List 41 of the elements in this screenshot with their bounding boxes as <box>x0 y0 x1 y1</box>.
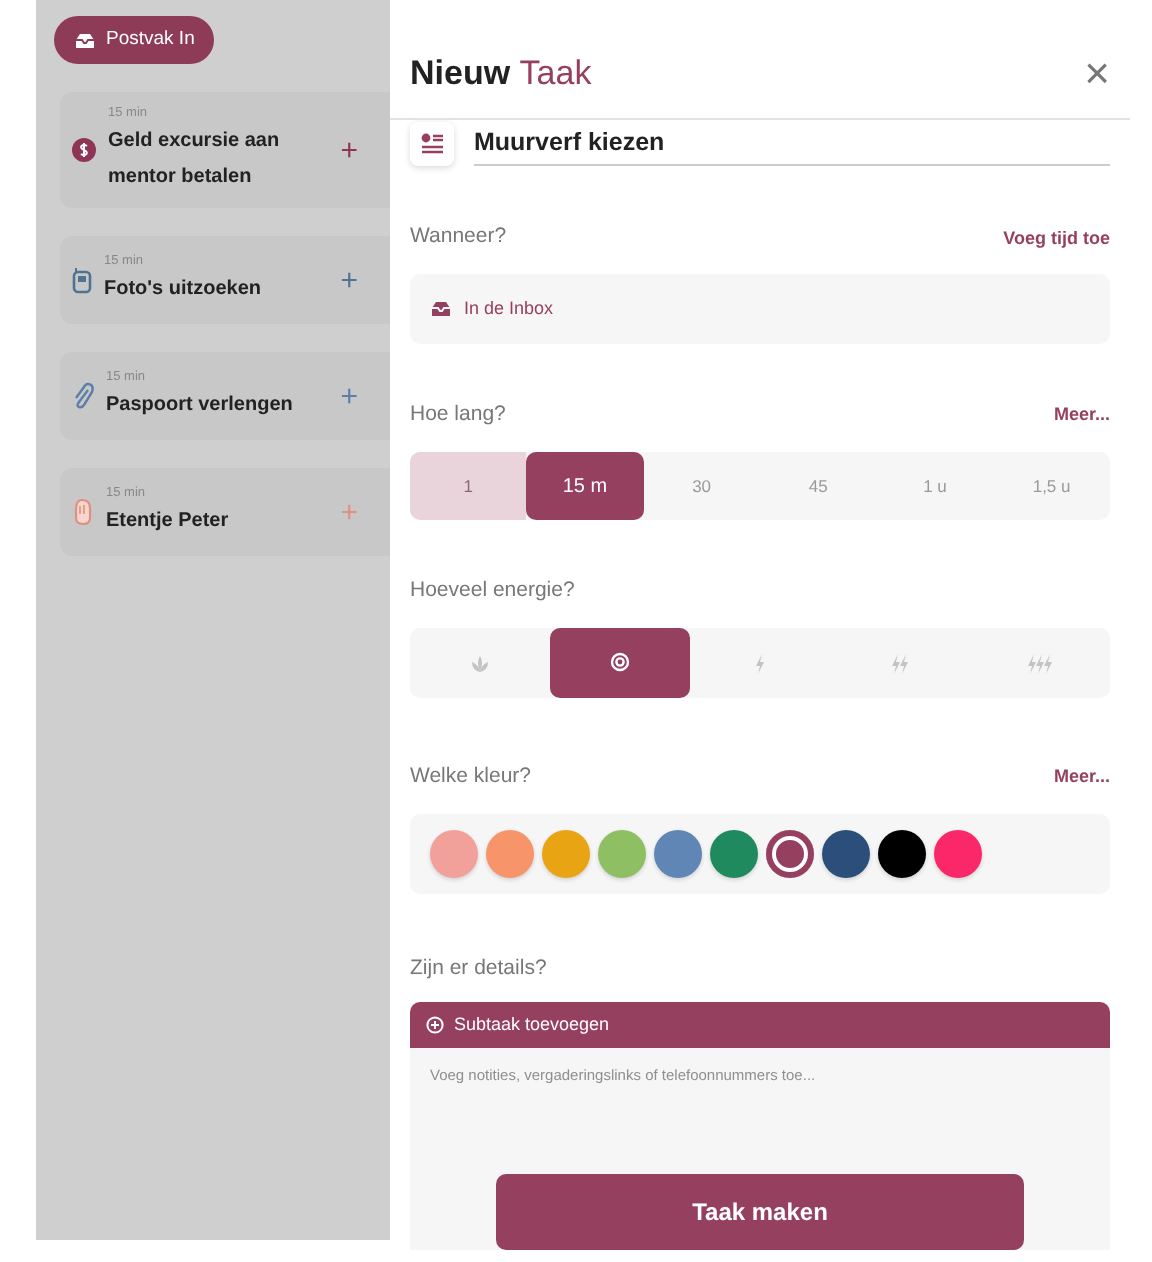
lightning-icon <box>889 653 911 674</box>
color-swatch[interactable] <box>766 829 814 878</box>
task-title: Paspoort verlengen <box>106 391 295 420</box>
add-icon[interactable]: + <box>340 135 358 166</box>
lightning-icon <box>753 653 767 674</box>
color-swatch[interactable] <box>598 829 646 878</box>
energy-option[interactable] <box>550 628 690 698</box>
inbox-button[interactable]: Postvak In <box>54 16 215 65</box>
inbox-tray-icon <box>430 300 452 319</box>
target-icon <box>610 652 630 673</box>
section-label: Hoe lang? <box>410 399 506 430</box>
section-label: Wanneer? <box>410 222 507 253</box>
section-label: Zijn er details? <box>410 953 547 984</box>
duration-option[interactable]: 1 <box>410 451 527 521</box>
plus-circle-icon <box>426 1015 444 1034</box>
color-swatch[interactable] <box>822 829 870 878</box>
section-label: Hoeveel energie? <box>410 576 575 607</box>
more-link[interactable]: Voeg tijd toe <box>1003 225 1110 253</box>
inbox-option[interactable]: In de Inbox <box>410 274 1110 344</box>
create-task-button[interactable]: Taak maken <box>496 1174 1024 1250</box>
color-swatch[interactable] <box>486 829 534 878</box>
flower-icon <box>470 653 490 674</box>
close-button[interactable]: × <box>1084 51 1110 96</box>
color-swatch[interactable] <box>710 829 758 878</box>
color-swatch[interactable] <box>430 829 478 878</box>
task-title: Etentje Peter <box>106 507 231 536</box>
inbox-tray-icon <box>74 31 96 50</box>
more-link[interactable]: Meer... <box>1053 764 1110 792</box>
list-icon <box>420 131 444 156</box>
color-swatch[interactable] <box>934 829 982 878</box>
lightning-icon <box>1025 653 1055 674</box>
modal-title: Nieuw Taak <box>410 52 592 97</box>
duration-option[interactable]: 15 m <box>526 451 644 521</box>
more-link[interactable]: Meer... <box>1053 402 1110 430</box>
task-title: Foto's uitzoeken <box>104 275 263 304</box>
color-swatch[interactable] <box>654 829 702 878</box>
add-subtask-button[interactable]: Subtaak toevoegen <box>410 1001 1110 1048</box>
color-swatch[interactable] <box>542 829 590 878</box>
section-label: Welke kleur? <box>410 762 531 792</box>
task-title: Geld excursie aan mentor betalen <box>108 128 282 192</box>
color-swatch[interactable] <box>878 829 926 878</box>
